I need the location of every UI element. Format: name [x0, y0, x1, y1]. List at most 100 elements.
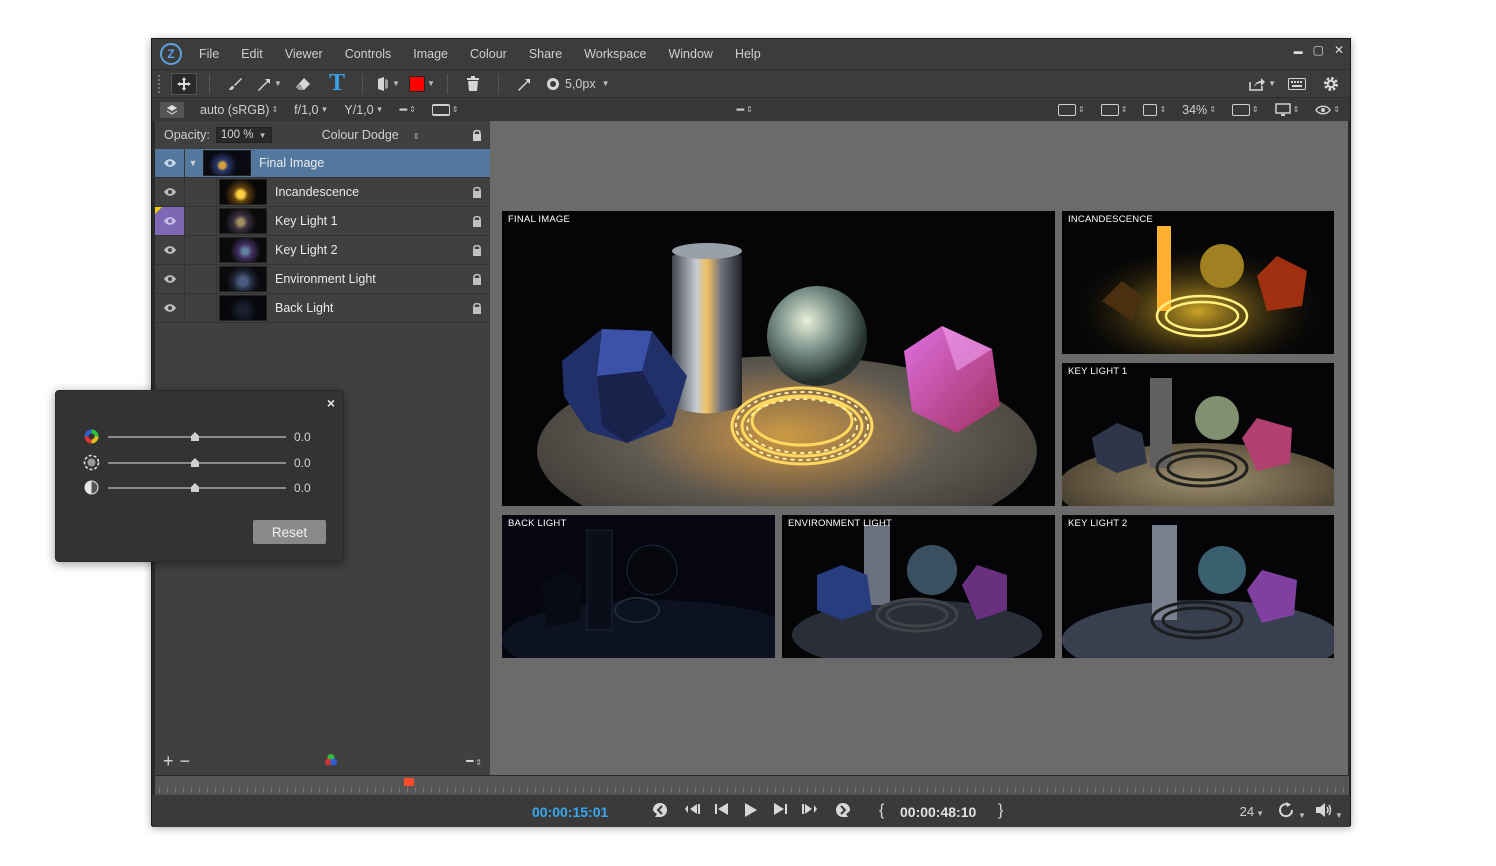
lock-icon[interactable]: [472, 186, 482, 201]
render-key-light-2[interactable]: KEY LIGHT 2: [1062, 515, 1334, 658]
visibility-toggle[interactable]: [155, 294, 185, 322]
layer-row-environment-light[interactable]: Environment Light: [155, 265, 490, 294]
lock-icon[interactable]: [472, 129, 482, 144]
mask-dropdown[interactable]: ⇕: [1100, 103, 1127, 116]
render-environment-light[interactable]: ENVIRONMENT LIGHT: [782, 515, 1055, 658]
layer-row-key-light-1[interactable]: Key Light 1: [155, 207, 490, 236]
menu-edit[interactable]: Edit: [230, 47, 274, 61]
brush-size-dropdown[interactable]: 5,0px ▼: [545, 73, 610, 95]
lut-dropdown[interactable]: ⇕: [1143, 103, 1166, 116]
visibility-toggle[interactable]: [155, 149, 185, 177]
visibility-toggle[interactable]: [155, 178, 185, 206]
fps-dropdown[interactable]: 24 ▼: [1240, 804, 1264, 819]
minimize-icon[interactable]: ▬: [1294, 46, 1303, 57]
play-icon[interactable]: [744, 802, 758, 822]
fps-value: 24: [1239, 804, 1255, 819]
current-timecode[interactable]: 00:00:15:01: [532, 804, 608, 820]
exposure-slider-row: 0.0: [82, 454, 322, 471]
step-forward-icon[interactable]: [772, 802, 788, 820]
render-key-light-1[interactable]: KEY LIGHT 1: [1062, 363, 1334, 506]
render-back-light[interactable]: BACK LIGHT: [502, 515, 775, 658]
arrow-tool-button[interactable]: ▼: [256, 73, 282, 95]
background-dropdown[interactable]: ⇕: [1231, 103, 1259, 116]
settings-button[interactable]: [1318, 73, 1344, 95]
render-incandescence[interactable]: INCANDESCENCE: [1062, 211, 1334, 354]
step-back-icon[interactable]: [714, 802, 730, 820]
layer-options-dropdown[interactable]: ━ ⇕: [466, 754, 482, 768]
layer-row-final-image[interactable]: ▼ Final Image: [155, 149, 490, 178]
shape-tool-button[interactable]: ▼: [375, 73, 401, 95]
fstop-dropdown[interactable]: f/1,0 ▼: [294, 103, 328, 117]
visibility-dropdown[interactable]: ⇕: [1315, 104, 1340, 116]
display-dropdown[interactable]: ⇕: [1274, 102, 1299, 117]
playhead[interactable]: [404, 778, 414, 786]
maximize-icon[interactable]: ▢: [1313, 43, 1324, 57]
slider-knob[interactable]: [191, 432, 199, 441]
menu-share[interactable]: Share: [518, 47, 573, 61]
loop-icon[interactable]: ▼: [1278, 802, 1306, 822]
pointer-tool-button[interactable]: [511, 73, 537, 95]
mark-out-icon[interactable]: [835, 802, 851, 822]
slider-knob[interactable]: [191, 483, 199, 492]
brush-tool-button[interactable]: [222, 73, 248, 95]
timeline-scrubber[interactable]: [155, 775, 1349, 795]
move-tool-button[interactable]: [171, 72, 197, 95]
reset-button[interactable]: Reset: [253, 520, 326, 544]
keyboard-button[interactable]: [1284, 73, 1310, 95]
lock-icon[interactable]: [472, 244, 482, 259]
menu-viewer[interactable]: Viewer: [274, 47, 334, 61]
end-timecode[interactable]: 00:00:48:10: [900, 804, 976, 820]
close-icon[interactable]: ×: [327, 395, 335, 411]
toolbar-grip[interactable]: [158, 74, 161, 93]
close-window-icon[interactable]: ✕: [1334, 43, 1344, 57]
zoom-dropdown[interactable]: 34% ⇕: [1182, 103, 1216, 117]
layer-row-incandescence[interactable]: Incandescence: [155, 178, 490, 207]
colour-wheel-icon: [84, 429, 99, 444]
layer-row-key-light-2[interactable]: Key Light 2: [155, 236, 490, 265]
go-to-start-icon[interactable]: [684, 802, 702, 820]
lock-icon[interactable]: [472, 273, 482, 288]
lock-icon[interactable]: [472, 215, 482, 230]
image-viewer[interactable]: FINAL IMAGE INCANDESCENCE KEY LIGHT 1 BA…: [490, 121, 1348, 775]
menu-file[interactable]: File: [188, 47, 230, 61]
blend-mode-dropdown[interactable]: Colour Dodge ⇕: [322, 128, 420, 142]
layer-row-back-light[interactable]: Back Light: [155, 294, 490, 323]
gamma-dropdown[interactable]: Y/1,0 ▼: [344, 103, 383, 117]
volume-icon[interactable]: ▼: [1315, 802, 1343, 822]
layer-name: Environment Light: [275, 272, 376, 286]
lock-icon[interactable]: [472, 302, 482, 317]
eraser-tool-button[interactable]: [290, 73, 316, 95]
channels-icon[interactable]: [324, 751, 338, 772]
layers-toggle-button[interactable]: [160, 101, 184, 118]
render-final-image[interactable]: FINAL IMAGE: [502, 211, 1055, 506]
menu-window[interactable]: Window: [657, 47, 723, 61]
add-layer-icon[interactable]: +: [163, 751, 174, 772]
go-to-end-icon[interactable]: [800, 802, 818, 820]
menu-colour[interactable]: Colour: [459, 47, 518, 61]
slider-value: 0.0: [294, 456, 311, 470]
visibility-toggle[interactable]: [155, 265, 185, 293]
menu-help[interactable]: Help: [724, 47, 772, 61]
share-button[interactable]: ▼: [1248, 73, 1276, 95]
text-tool-button[interactable]: T: [324, 70, 350, 96]
mark-in-icon[interactable]: [652, 802, 668, 822]
layout-dropdown[interactable]: ⇕: [431, 103, 458, 116]
lut-icon: [1143, 103, 1158, 116]
colourspace-dropdown[interactable]: auto (sRGB) ⇕: [200, 103, 278, 117]
opacity-dropdown[interactable]: 100 % ▼: [215, 127, 272, 143]
menu-workspace[interactable]: Workspace: [573, 47, 657, 61]
menu-image[interactable]: Image: [402, 47, 459, 61]
frame-dropdown[interactable]: ⇕: [1058, 103, 1085, 116]
remove-layer-icon[interactable]: −: [180, 751, 191, 772]
compare-dropdown[interactable]: ━ ⇕: [736, 102, 752, 117]
menu-controls[interactable]: Controls: [334, 47, 403, 61]
range-end-brace-icon: }: [998, 802, 1004, 819]
colour-picker-button[interactable]: ▼: [409, 73, 435, 95]
delete-button[interactable]: [460, 73, 486, 95]
slider-knob[interactable]: [191, 458, 199, 467]
layer-name: Back Light: [275, 301, 334, 315]
expand-toggle[interactable]: ▼: [185, 149, 201, 177]
layer-name: Incandescence: [275, 185, 360, 199]
channel-dropdown[interactable]: ━ ⇕: [400, 102, 416, 117]
visibility-toggle[interactable]: [155, 236, 185, 264]
